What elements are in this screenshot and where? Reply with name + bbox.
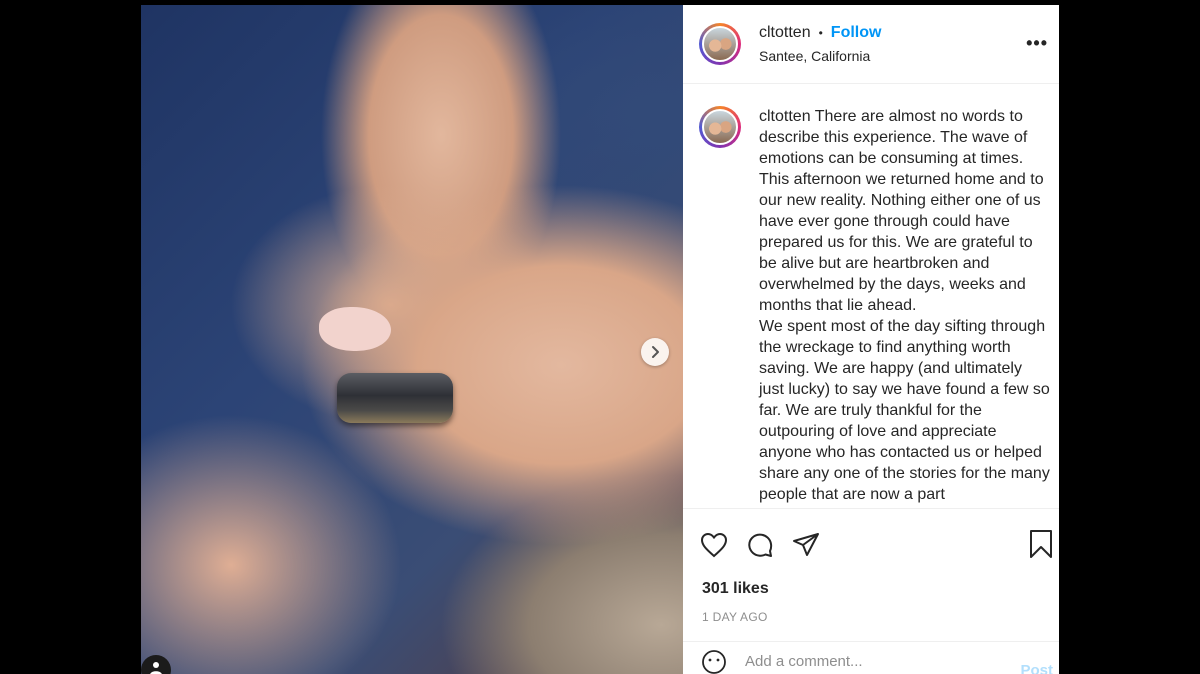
user-tag-button[interactable] <box>141 655 171 674</box>
follow-button[interactable]: Follow <box>831 24 882 42</box>
bookmark-icon <box>1030 530 1052 558</box>
avatar-image <box>702 109 738 145</box>
share-icon <box>793 533 819 556</box>
caption-text-paragraph-2: We spent most of the day sifting through… <box>759 318 1050 503</box>
emoji-icon[interactable] <box>701 649 727 674</box>
save-button[interactable] <box>1029 529 1053 564</box>
header-text: cltotten • Follow Santee, California <box>759 24 881 64</box>
avatar-image <box>702 26 738 62</box>
caption-text-block: cltotten There are almost no words to de… <box>759 106 1051 508</box>
actions-section: 301 likes 1 DAY AGO Post <box>683 508 1059 674</box>
post-header: cltotten • Follow Santee, California ••• <box>683 5 1059 84</box>
post-photo[interactable] <box>141 5 683 674</box>
post-timestamp[interactable]: 1 DAY AGO <box>702 610 768 624</box>
burnt-ring <box>337 373 453 423</box>
comment-icon <box>748 533 773 557</box>
share-button[interactable] <box>792 529 838 561</box>
add-comment-row: Post <box>683 641 1059 674</box>
post-side-panel: cltotten • Follow Santee, California •••… <box>683 5 1059 674</box>
avatar[interactable] <box>699 23 741 65</box>
like-button[interactable] <box>700 529 746 561</box>
comment-button[interactable] <box>746 529 792 561</box>
header-line: cltotten • Follow <box>759 24 881 42</box>
caption-avatar[interactable] <box>699 106 741 148</box>
next-photo-button[interactable] <box>641 338 669 366</box>
thumbnail-nail <box>319 307 391 351</box>
caption-text: There are almost no words to describe th… <box>759 108 1044 314</box>
likes-count[interactable]: 301 likes <box>702 580 769 598</box>
caption-username[interactable]: cltotten <box>759 108 811 125</box>
post-comment-button[interactable]: Post <box>1020 662 1053 674</box>
separator-dot: • <box>818 26 823 40</box>
more-options-button[interactable]: ••• <box>1026 33 1048 54</box>
heart-icon <box>700 532 728 558</box>
chevron-right-icon <box>652 346 659 358</box>
location-link[interactable]: Santee, California <box>759 48 881 64</box>
username-link[interactable]: cltotten <box>759 24 811 42</box>
caption-area: cltotten There are almost no words to de… <box>683 84 1059 508</box>
action-icons <box>700 529 838 561</box>
user-tag-icon <box>150 662 162 674</box>
comment-input[interactable] <box>745 653 985 670</box>
